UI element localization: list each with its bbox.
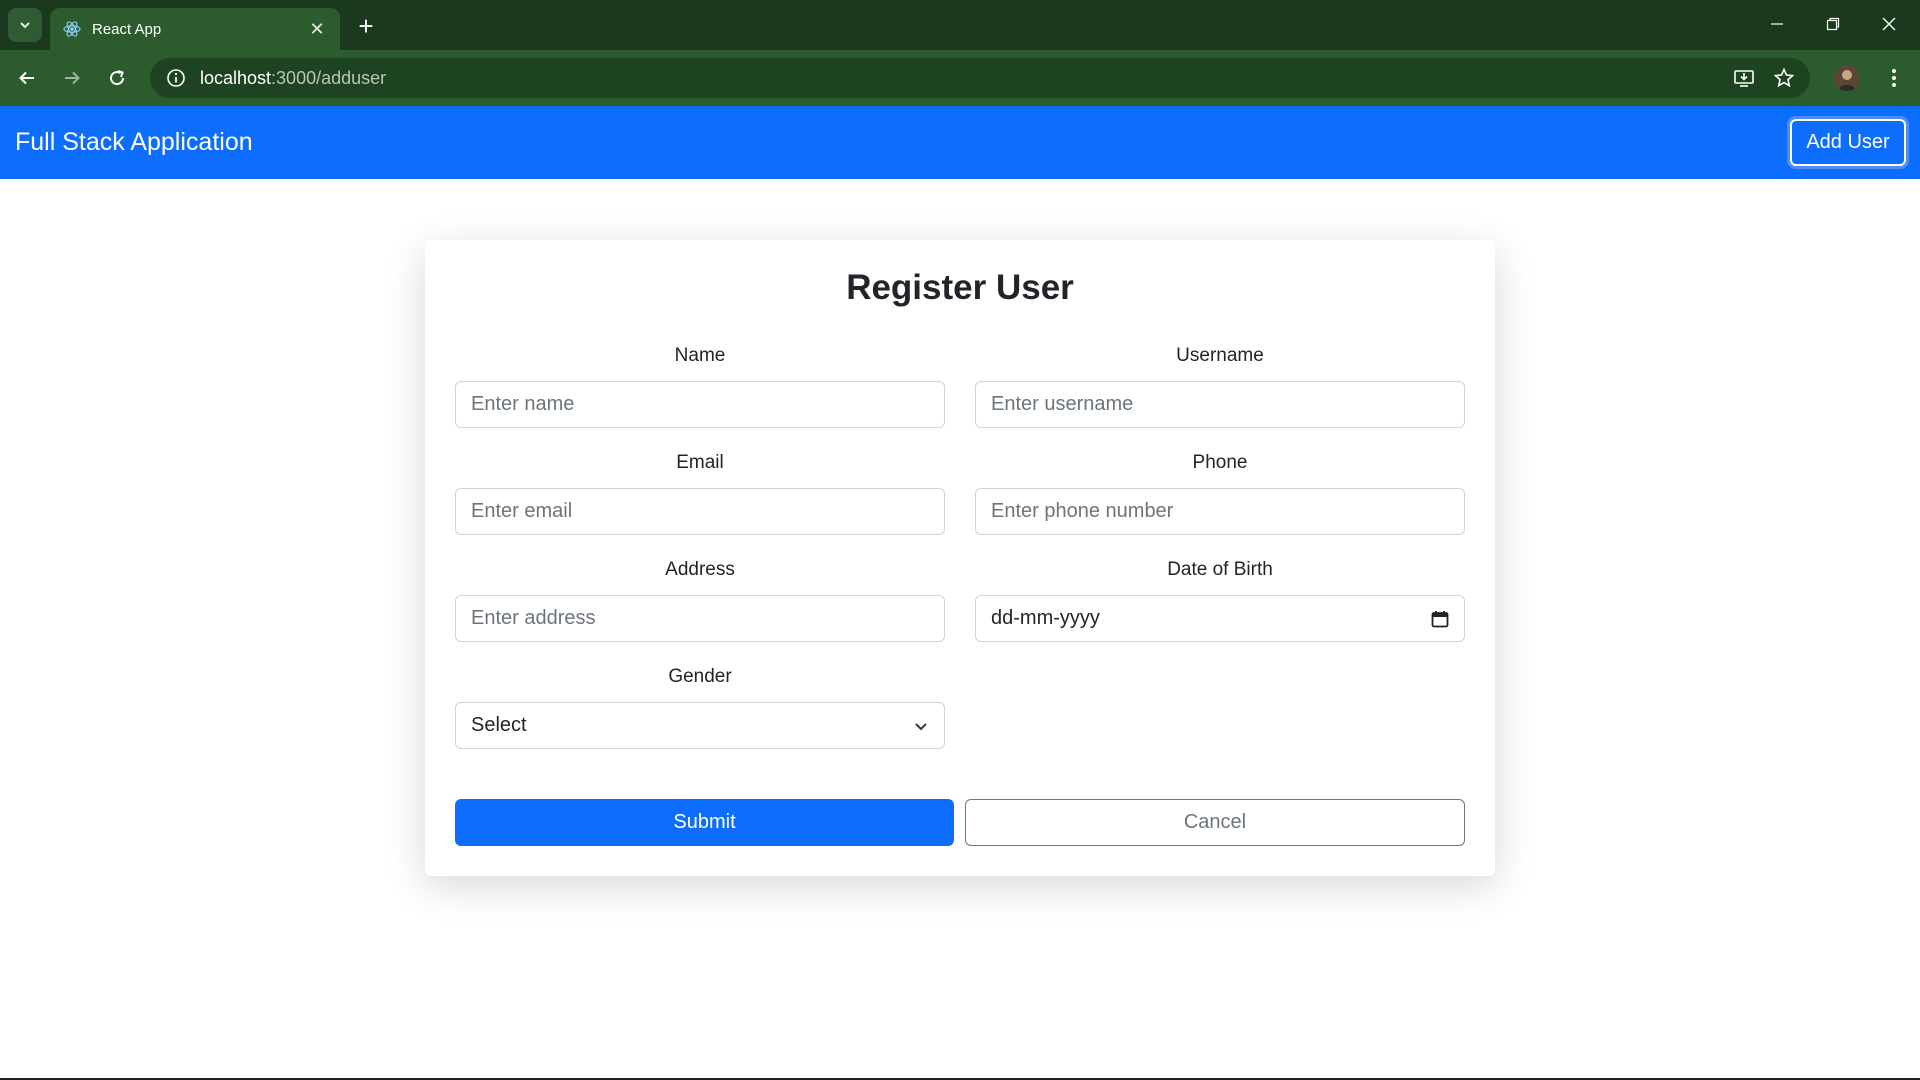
- profile-avatar[interactable]: [1834, 65, 1860, 91]
- phone-input[interactable]: [975, 488, 1465, 535]
- close-window-button[interactable]: [1866, 6, 1912, 42]
- name-input[interactable]: [455, 381, 945, 428]
- email-label: Email: [676, 452, 724, 473]
- tab-search-button[interactable]: [8, 8, 42, 42]
- gender-selected-value: Select: [471, 714, 527, 736]
- address-bar[interactable]: localhost:3000/adduser: [150, 58, 1810, 98]
- browser-menu-button[interactable]: [1880, 64, 1908, 92]
- arrow-left-icon: [19, 71, 34, 85]
- browser-tabstrip: React App ✕ +: [0, 0, 1920, 50]
- phone-label: Phone: [1192, 452, 1248, 473]
- url-path: :3000/adduser: [271, 67, 387, 88]
- reload-icon: [110, 70, 125, 86]
- dob-label: Date of Birth: [1167, 559, 1273, 580]
- info-icon[interactable]: [164, 66, 188, 90]
- back-button[interactable]: [9, 60, 45, 96]
- submit-button[interactable]: Submit: [455, 799, 954, 846]
- forward-button[interactable]: [54, 60, 90, 96]
- gender-label: Gender: [668, 666, 732, 687]
- name-label: Name: [674, 345, 726, 366]
- install-app-icon[interactable]: [1732, 66, 1756, 90]
- username-input[interactable]: [975, 381, 1465, 428]
- react-icon: [63, 21, 81, 37]
- gender-select[interactable]: Select: [455, 702, 945, 749]
- reload-button[interactable]: [99, 60, 135, 96]
- restore-icon: [1826, 17, 1840, 31]
- page-title: Register User: [846, 268, 1074, 307]
- email-input[interactable]: [455, 488, 945, 535]
- restore-button[interactable]: [1810, 6, 1856, 42]
- address-input[interactable]: [455, 595, 945, 642]
- chevron-down-icon: [20, 22, 30, 29]
- username-label: Username: [1176, 345, 1264, 366]
- star-icon[interactable]: [1772, 66, 1796, 90]
- plus-icon: +: [358, 11, 374, 41]
- cancel-button[interactable]: Cancel: [965, 799, 1465, 846]
- dob-input[interactable]: dd-mm-yyyy: [975, 595, 1465, 642]
- kebab-menu-icon: [1892, 69, 1896, 87]
- browser-toolbar: localhost:3000/adduser: [0, 50, 1920, 106]
- close-icon: [1882, 17, 1896, 31]
- tab-title: React App: [92, 20, 162, 38]
- calendar-icon[interactable]: [1431, 610, 1449, 628]
- browser-tab[interactable]: React App ✕: [50, 8, 340, 50]
- url-host: localhost: [200, 67, 272, 88]
- address-label: Address: [665, 559, 735, 580]
- arrow-right-icon: [65, 71, 80, 85]
- minimize-button[interactable]: [1754, 6, 1800, 42]
- dob-value: dd-mm-yyyy: [991, 607, 1100, 629]
- close-icon[interactable]: ✕: [306, 18, 328, 40]
- new-tab-button[interactable]: +: [352, 12, 380, 40]
- add-user-button[interactable]: Add User: [1790, 119, 1906, 166]
- navbar-brand[interactable]: Full Stack Application: [15, 106, 253, 179]
- app-navbar: Full Stack Application Add User: [0, 106, 1920, 179]
- chevron-down-icon: [915, 722, 927, 730]
- minimize-icon: [1771, 23, 1783, 25]
- register-user-card: Register User Name Username Email Phone …: [425, 240, 1495, 876]
